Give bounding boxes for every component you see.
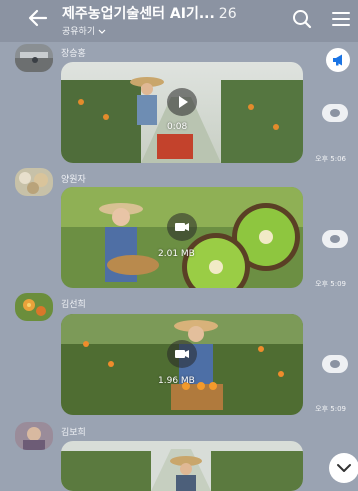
message-item: 양원자 2.01 MB 오후 5:09 — [0, 168, 358, 293]
member-count: 26 — [218, 6, 237, 22]
video-camera-icon — [175, 350, 189, 358]
sender-avatar[interactable] — [15, 293, 53, 321]
chat-bubble-icon — [330, 235, 340, 243]
chat-header: 제주농업기술센터 AI기... 26 공유하기 — [0, 0, 358, 42]
avatar-flower — [15, 293, 53, 321]
chat-bubble-icon — [330, 109, 340, 117]
play-button[interactable] — [167, 88, 197, 116]
reaction-button[interactable] — [322, 355, 348, 373]
message-item: 김선희 1.96 MB 오후 5:09 — [0, 293, 358, 419]
video-file-thumbnail[interactable]: 2.01 MB — [61, 187, 303, 288]
video-file-button[interactable] — [167, 340, 197, 368]
chat-title-text: 제주농업기술센터 AI기... — [62, 6, 215, 22]
avatar-flower — [15, 168, 53, 196]
avatar-photo — [15, 44, 53, 72]
reaction-button[interactable] — [322, 104, 348, 122]
sender-name: 양원자 — [61, 175, 86, 185]
share-dropdown[interactable]: 공유하기 — [62, 26, 282, 38]
chat-title-area[interactable]: 제주농업기술센터 AI기... 26 공유하기 — [62, 5, 282, 38]
video-thumbnail[interactable]: 0:08 — [61, 62, 303, 163]
video-duration: 0:08 — [167, 122, 188, 132]
video-thumbnail[interactable] — [61, 441, 303, 491]
message-item: 김보희 — [0, 419, 358, 491]
chevron-down-icon — [337, 464, 351, 472]
sender-name: 장승홍 — [61, 49, 86, 59]
video-file-button[interactable] — [167, 213, 197, 241]
sender-avatar[interactable] — [15, 44, 53, 72]
sender-name: 김보희 — [61, 428, 86, 438]
message-time: 오후 5:09 — [315, 280, 346, 288]
sender-avatar[interactable] — [15, 168, 53, 196]
video-image — [61, 441, 303, 491]
video-file-thumbnail[interactable]: 1.96 MB — [61, 314, 303, 415]
reaction-button[interactable] — [322, 230, 348, 248]
scroll-to-bottom-button[interactable] — [329, 453, 358, 483]
chevron-down-icon — [98, 29, 106, 34]
search-icon[interactable] — [291, 8, 313, 30]
message-time: 오후 5:09 — [315, 405, 346, 413]
play-icon — [179, 96, 188, 108]
file-size: 2.01 MB — [158, 249, 195, 259]
video-camera-icon — [175, 223, 189, 231]
back-arrow-icon[interactable] — [26, 6, 50, 30]
chat-title: 제주농업기술센터 AI기... 26 — [62, 5, 282, 23]
message-time: 오후 5:06 — [315, 155, 346, 163]
avatar-photo — [15, 422, 53, 450]
menu-icon[interactable] — [330, 8, 352, 30]
chat-bubble-icon — [330, 360, 340, 368]
message-item: 장승홍 0:08 오후 5:06 — [0, 42, 358, 168]
file-size: 1.96 MB — [158, 376, 195, 386]
sender-avatar[interactable] — [15, 422, 53, 450]
share-label: 공유하기 — [62, 27, 96, 37]
sender-name: 김선희 — [61, 300, 86, 310]
